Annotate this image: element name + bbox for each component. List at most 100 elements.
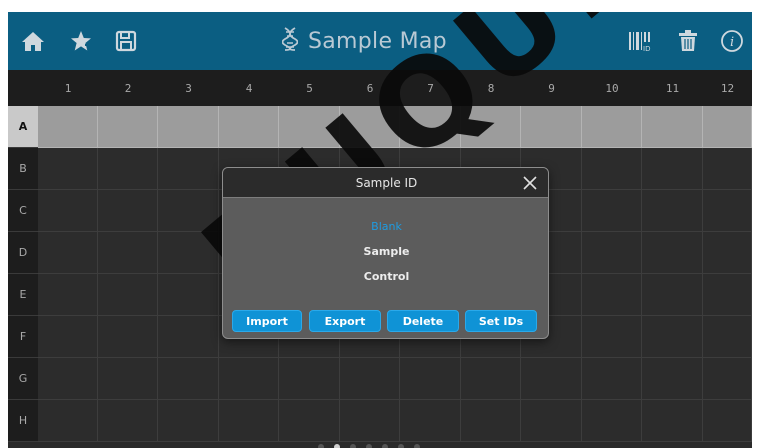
page-dot[interactable] (318, 444, 324, 448)
well-e11[interactable] (642, 274, 703, 316)
well-d10[interactable] (582, 232, 642, 274)
well-a3[interactable] (158, 106, 219, 148)
well-e2[interactable] (98, 274, 158, 316)
well-a6[interactable] (340, 106, 400, 148)
option-blank[interactable]: Blank (223, 220, 548, 233)
well-e12[interactable] (703, 274, 752, 316)
delete-button[interactable]: Delete (387, 310, 459, 332)
well-c12[interactable] (703, 190, 752, 232)
favorite-star-icon[interactable] (66, 26, 96, 56)
well-a12[interactable] (703, 106, 752, 148)
well-e3[interactable] (158, 274, 219, 316)
set-ids-button[interactable]: Set IDs (465, 310, 537, 332)
well-h11[interactable] (642, 400, 703, 442)
sample-id-dialog: Sample ID Blank Sample Control Import Ex… (222, 167, 549, 339)
well-a4[interactable] (219, 106, 279, 148)
well-f3[interactable] (158, 316, 219, 358)
well-g8[interactable] (461, 358, 521, 400)
dialog-title: Sample ID (355, 175, 418, 190)
page-dot[interactable] (366, 444, 372, 448)
well-b3[interactable] (158, 148, 219, 190)
option-sample[interactable]: Sample (223, 245, 548, 258)
row-label-f[interactable]: F (8, 316, 38, 358)
well-g2[interactable] (98, 358, 158, 400)
well-b12[interactable] (703, 148, 752, 190)
well-d12[interactable] (703, 232, 752, 274)
well-b2[interactable] (98, 148, 158, 190)
well-h3[interactable] (158, 400, 219, 442)
row-label-d[interactable]: D (8, 232, 38, 274)
well-h5[interactable] (279, 400, 340, 442)
home-icon[interactable] (18, 26, 48, 56)
well-h1[interactable] (38, 400, 98, 442)
well-c11[interactable] (642, 190, 703, 232)
export-button[interactable]: Export (309, 310, 381, 332)
well-e10[interactable] (582, 274, 642, 316)
well-a11[interactable] (642, 106, 703, 148)
column-header: 3 (185, 81, 192, 95)
well-d3[interactable] (158, 232, 219, 274)
well-b1[interactable] (38, 148, 98, 190)
well-h2[interactable] (98, 400, 158, 442)
well-d11[interactable] (642, 232, 703, 274)
well-a9[interactable] (521, 106, 582, 148)
well-d1[interactable] (38, 232, 98, 274)
well-g11[interactable] (642, 358, 703, 400)
info-icon[interactable]: i (717, 26, 747, 56)
well-c2[interactable] (98, 190, 158, 232)
page-dot[interactable] (414, 444, 420, 448)
well-h7[interactable] (400, 400, 461, 442)
well-g12[interactable] (703, 358, 752, 400)
well-c10[interactable] (582, 190, 642, 232)
well-h4[interactable] (219, 400, 279, 442)
option-control[interactable]: Control (223, 270, 548, 283)
row-label-e[interactable]: E (8, 274, 38, 316)
well-g6[interactable] (340, 358, 400, 400)
page-dot[interactable] (350, 444, 356, 448)
well-h8[interactable] (461, 400, 521, 442)
row-label-g[interactable]: G (8, 358, 38, 400)
well-g4[interactable] (219, 358, 279, 400)
well-g5[interactable] (279, 358, 340, 400)
well-a7[interactable] (400, 106, 461, 148)
well-a10[interactable] (582, 106, 642, 148)
well-g7[interactable] (400, 358, 461, 400)
row-label-a[interactable]: A (8, 106, 38, 148)
well-g9[interactable] (521, 358, 582, 400)
well-a1[interactable] (38, 106, 98, 148)
well-b10[interactable] (582, 148, 642, 190)
well-c3[interactable] (158, 190, 219, 232)
well-a2[interactable] (98, 106, 158, 148)
row-label-h[interactable]: H (8, 400, 38, 442)
well-f11[interactable] (642, 316, 703, 358)
well-f12[interactable] (703, 316, 752, 358)
row-label-b[interactable]: B (8, 148, 38, 190)
well-f10[interactable] (582, 316, 642, 358)
app-window: Sample Map ID i 1 2 3 4 5 6 7 8 9 10 11 … (8, 12, 752, 448)
row-label-c[interactable]: C (8, 190, 38, 232)
well-h10[interactable] (582, 400, 642, 442)
well-f1[interactable] (38, 316, 98, 358)
well-g10[interactable] (582, 358, 642, 400)
barcode-icon[interactable]: ID (625, 26, 655, 56)
page-dot[interactable] (398, 444, 404, 448)
column-header: 6 (366, 81, 374, 95)
well-g1[interactable] (38, 358, 98, 400)
import-button[interactable]: Import (232, 310, 302, 332)
page-dot-active[interactable] (334, 444, 340, 448)
well-h12[interactable] (703, 400, 752, 442)
well-h9[interactable] (521, 400, 582, 442)
well-e1[interactable] (38, 274, 98, 316)
save-icon[interactable] (111, 26, 141, 56)
well-a5[interactable] (279, 106, 340, 148)
well-c1[interactable] (38, 190, 98, 232)
trash-icon[interactable] (673, 26, 703, 56)
well-d2[interactable] (98, 232, 158, 274)
well-h6[interactable] (340, 400, 400, 442)
well-a8[interactable] (461, 106, 521, 148)
well-g3[interactable] (158, 358, 219, 400)
close-icon[interactable] (520, 173, 540, 193)
well-f2[interactable] (98, 316, 158, 358)
well-b11[interactable] (642, 148, 703, 190)
page-dot[interactable] (382, 444, 388, 448)
